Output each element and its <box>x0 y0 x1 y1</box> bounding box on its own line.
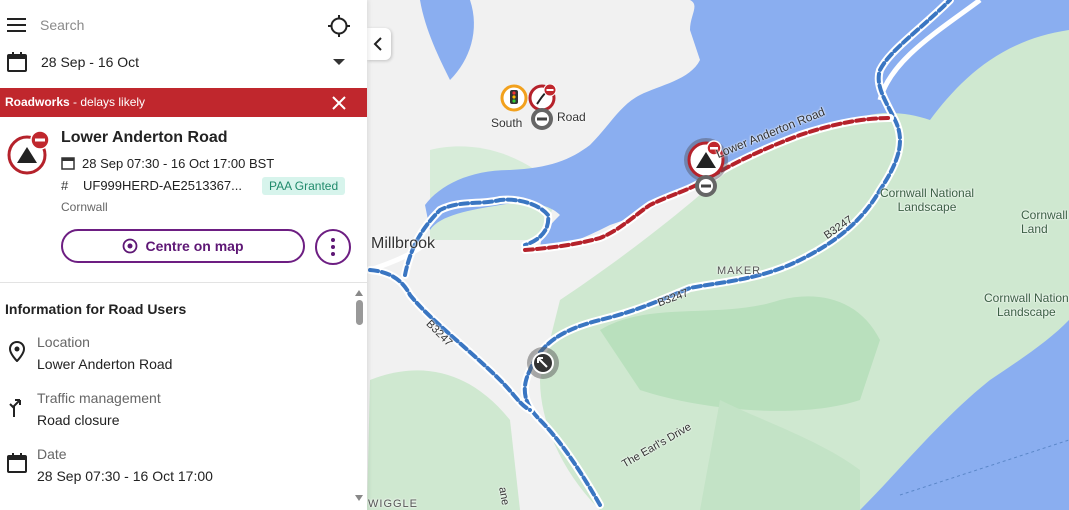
scroll-up-icon[interactable] <box>355 290 363 296</box>
search-input[interactable] <box>40 14 310 36</box>
side-panel: 28 Sep - 16 Oct Roadworks - delays likel… <box>0 0 367 510</box>
menu-icon[interactable] <box>6 16 28 34</box>
chevron-down-icon[interactable] <box>333 59 345 65</box>
locate-me-icon[interactable] <box>327 14 351 38</box>
banner-subtitle: - delays likely <box>69 95 146 109</box>
map-label-cornwall-landscape-2: Cornwall Land <box>1021 208 1068 236</box>
scroll-thumb[interactable] <box>356 300 363 325</box>
date-range-selector[interactable]: 28 Sep - 16 Oct <box>0 48 367 84</box>
more-options-button[interactable] <box>315 229 351 265</box>
collapse-panel-button[interactable] <box>367 28 391 60</box>
permit-status-badge: PAA Granted <box>262 177 346 195</box>
roadwork-region: Cornwall <box>61 200 108 214</box>
roadwork-dates: 28 Sep 07:30 - 16 Oct 17:00 BST <box>61 156 274 171</box>
calendar-small-icon <box>61 157 75 170</box>
centre-on-map-button[interactable]: Centre on map <box>61 229 305 263</box>
centre-on-map-label: Centre on map <box>145 238 244 254</box>
info-value: Lower Anderton Road <box>37 356 173 372</box>
info-value: 28 Sep 07:30 - 16 Oct 17:00 <box>37 468 213 484</box>
calendar-icon <box>7 453 27 473</box>
roadwork-dates-text: 28 Sep 07:30 - 16 Oct 17:00 BST <box>82 156 275 171</box>
map-label-maker: MAKER <box>717 265 762 277</box>
info-value: Road closure <box>37 412 120 428</box>
info-title: Information for Road Users <box>5 301 187 317</box>
location-pin-icon <box>8 340 26 362</box>
calendar-icon <box>7 52 27 72</box>
target-icon <box>123 238 138 254</box>
info-label: Date <box>37 446 67 462</box>
diversion-arrow-icon <box>9 399 21 417</box>
info-item-date: Date 28 Sep 07:30 - 16 Oct 17:00 <box>0 446 353 496</box>
banner-title: Roadworks <box>5 95 70 109</box>
diversion-marker-icon[interactable] <box>526 346 560 380</box>
map-label-road: Road <box>557 110 586 124</box>
scroll-down-icon[interactable] <box>355 495 363 501</box>
roadworks-banner: Roadworks - delays likely <box>0 88 367 117</box>
hash-icon: # <box>61 178 69 193</box>
map-label-cornwall-national-landscape-1: Cornwall National Landscape <box>880 186 975 214</box>
map-label-millbrook: Millbrook <box>371 235 436 252</box>
roadwork-reference-text: UF999HERD-AE2513367... <box>83 178 242 193</box>
info-item-location: Location Lower Anderton Road <box>0 334 353 384</box>
road-user-info: Information for Road Users Location Lowe… <box>0 283 353 510</box>
road-closure-marker-icon[interactable] <box>528 84 560 132</box>
info-label: Location <box>37 334 90 350</box>
traffic-signal-marker-icon[interactable] <box>500 84 530 114</box>
map-label-south: South <box>491 116 523 130</box>
more-vertical-icon <box>331 238 335 256</box>
search-bar <box>0 0 367 50</box>
map-label-wiggle: WIGGLE <box>368 498 419 510</box>
date-range-text: 28 Sep - 16 Oct <box>41 54 140 70</box>
roadwork-reference: # UF999HERD-AE2513367... <box>61 178 242 193</box>
close-icon[interactable] <box>330 94 348 112</box>
info-label: Traffic management <box>37 390 161 406</box>
info-scrollbar[interactable] <box>353 290 367 510</box>
map-label-cornwall-national-landscape-3: Cornwall Nation Landscape <box>984 291 1069 319</box>
info-item-traffic-management: Traffic management Road closure <box>0 390 353 440</box>
roadworks-closure-icon <box>7 130 50 175</box>
roadwork-card: Lower Anderton Road 28 Sep 07:30 - 16 Oc… <box>0 117 367 283</box>
roadwork-title: Lower Anderton Road <box>61 129 228 146</box>
banner-text: Roadworks - delays likely <box>5 95 145 109</box>
chevron-left-icon <box>373 37 382 51</box>
